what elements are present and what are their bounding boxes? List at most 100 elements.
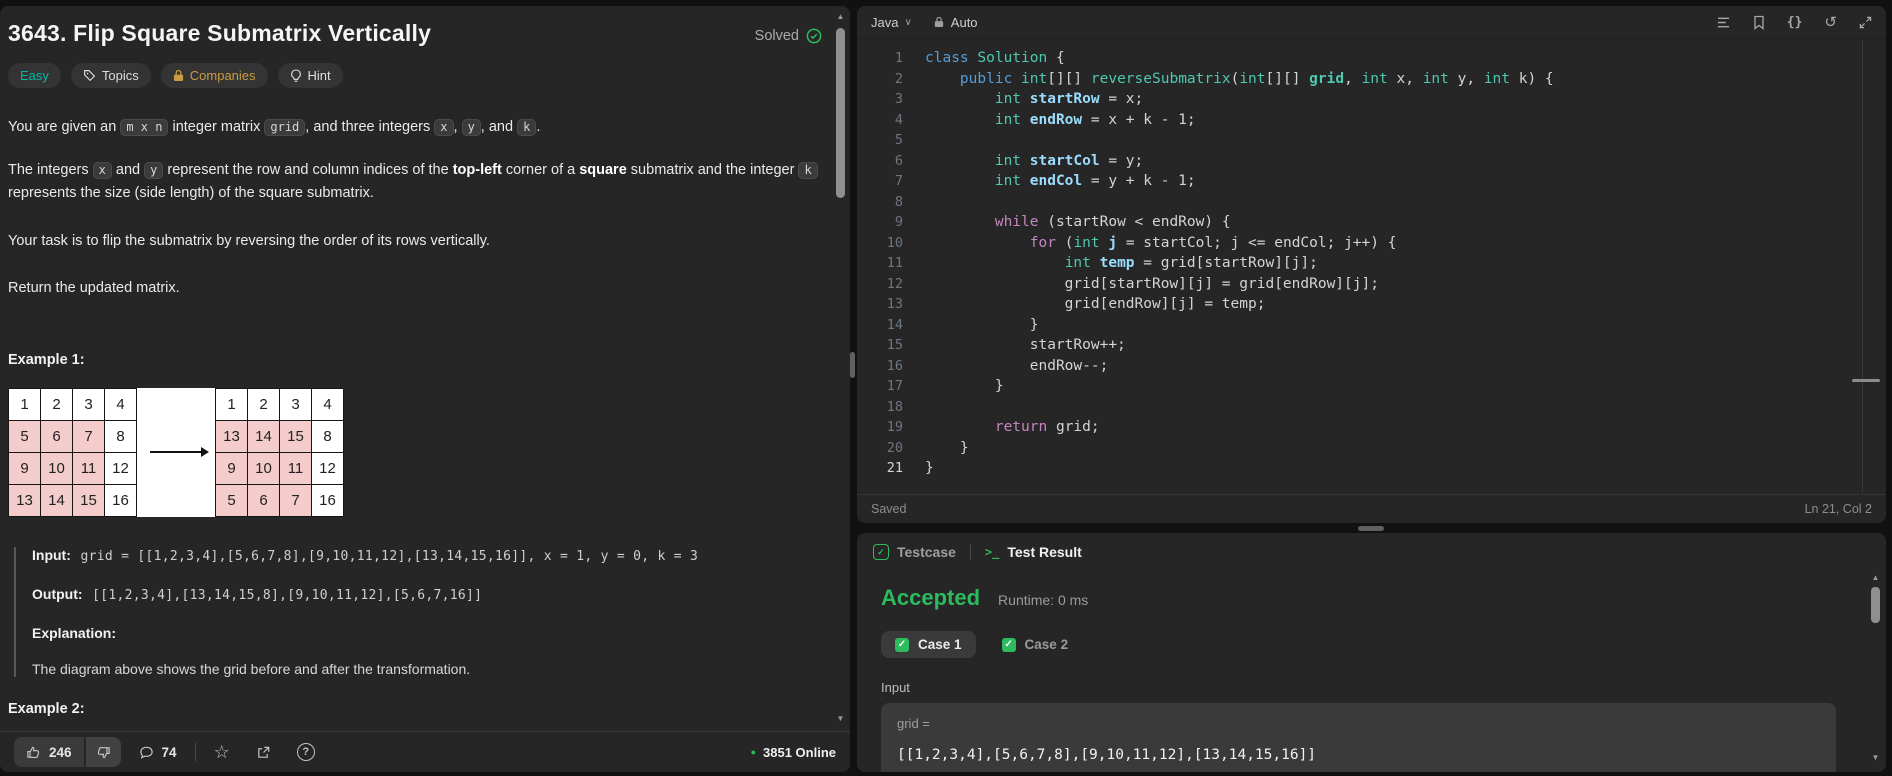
line-number: 7 [894,173,903,189]
thumbs-up-icon [26,745,41,760]
description-paragraph: The integers x and y represent the row a… [8,159,820,205]
solved-label: Solved [754,28,799,44]
tab-testcase[interactable]: ✓ Testcase [873,544,956,560]
input-label: Input: [32,546,71,563]
shortcuts-icon[interactable]: {} [1787,15,1803,30]
line-number: 19 [886,419,903,435]
testcase-scrollbar-thumb[interactable] [1871,587,1880,623]
matrix-cell: 1 [8,387,41,421]
testcase-input-box[interactable]: grid = [[1,2,3,4],[5,6,7,8],[9,10,11,12]… [881,703,1836,772]
code-line[interactable]: 17 } [857,376,1886,397]
feedback-button[interactable]: ? [296,743,315,761]
code-line[interactable]: 9 while (startRow < endRow) { [857,212,1886,233]
matrix-row: 1234 [215,387,344,421]
format-code-icon[interactable] [1716,16,1731,29]
code-line-text: for (int j = startCol; j <= endCol; j++)… [1029,234,1397,251]
matrix-cell: 12 [104,451,137,485]
code-editor-panel: Java ∨ Auto {} ↺ 1 class Solution {2 publ… [857,6,1886,523]
difficulty-badge[interactable]: Easy [8,63,61,88]
matrix-cell: 13 [8,483,41,517]
code-line-text: while (startRow < endRow) { [994,214,1231,230]
code-line-text: int temp = grid[startRow][j]; [1064,255,1318,271]
line-number: 5 [894,132,903,148]
explanation-label: Explanation: [32,624,117,641]
matrix-cell: 1 [215,387,248,421]
code-line[interactable]: 4 int endRow = x + k - 1; [857,110,1886,131]
code-line[interactable]: 1 class Solution { [857,48,1886,69]
line-number: 21 [886,460,903,476]
case-2-button[interactable]: ✓ Case 2 [988,631,1083,658]
horizontal-resize-handle[interactable] [1358,526,1384,531]
inline-code-chip: x [434,119,454,136]
scroll-down-icon[interactable]: ▼ [1869,753,1882,762]
lock-icon [173,69,184,82]
code-line[interactable]: 7 int endCol = y + k - 1; [857,171,1886,192]
tab-test-result[interactable]: >_ Test Result [985,544,1082,560]
line-number: 8 [894,193,903,210]
topics-label: Topics [101,68,139,83]
code-line[interactable]: 11 int temp = grid[startRow][j]; [857,253,1886,274]
line-number: 10 [886,234,903,251]
hint-badge[interactable]: Hint [277,63,343,88]
matrix-row: 5 6 7 16 [215,483,344,517]
companies-badge[interactable]: Companies [160,63,268,88]
scroll-up-icon[interactable]: ▲ [834,12,847,21]
inline-code-chip: k [798,162,818,180]
line-number: 2 [894,70,903,87]
lock-icon [934,16,944,28]
code-line[interactable]: 20 } [857,438,1886,459]
favorite-button[interactable]: ☆ [214,743,230,761]
code-line[interactable]: 15 startRow++; [857,335,1886,356]
reset-code-icon[interactable]: ↺ [1824,15,1837,30]
comments-button[interactable]: 74 [139,745,177,760]
code-line-text: startRow++; [925,337,1126,353]
code-line[interactable]: 3 int startRow = x; [857,89,1886,110]
matrix-cell: 14 [247,419,280,453]
expand-icon[interactable] [1859,16,1872,29]
bookmark-icon[interactable] [1753,15,1765,30]
code-line-text: int endRow = x + k - 1; [994,111,1196,128]
code-line[interactable]: 13 grid[endRow][j] = temp; [857,294,1886,315]
explanation-text: The diagram above shows the grid before … [32,660,471,677]
code-line[interactable]: 10 for (int j = startCol; j <= endCol; j… [857,233,1886,254]
hint-label: Hint [307,68,331,83]
code-line[interactable]: 19 return grid; [857,417,1886,438]
comment-icon [139,745,154,760]
matrix-cell: 5 [8,419,41,453]
problem-scrollbar-thumb[interactable] [836,28,845,198]
editor-scrollbar-thumb[interactable] [1852,379,1880,382]
code-editor[interactable]: 1 class Solution {2 public int[][] revers… [857,38,1886,495]
description-text: , and three integers [305,119,435,135]
language-select[interactable]: Java ∨ [871,15,912,30]
line-number: 9 [894,214,903,230]
online-status: ● 3851 Online [751,745,836,760]
code-line[interactable]: 18 [857,397,1886,418]
scroll-down-icon[interactable]: ▼ [834,714,847,723]
matrix-row: 13 14 15 8 [215,419,344,453]
code-line[interactable]: 5 [857,130,1886,151]
code-line[interactable]: 21} [857,458,1886,479]
editor-scroll-rule [1862,40,1863,493]
vertical-resize-handle[interactable] [850,352,855,378]
case-1-button[interactable]: ✓ Case 1 [881,631,976,658]
code-line[interactable]: 6 int startCol = y; [857,151,1886,172]
code-line[interactable]: 8 [857,192,1886,213]
description-text: submatrix and the integer [626,162,799,179]
scroll-up-icon[interactable]: ▲ [1869,573,1882,582]
companies-label: Companies [189,68,256,83]
topics-badge[interactable]: Topics [70,63,151,88]
online-count: 3851 Online [763,744,836,760]
solved-status: Solved [755,28,822,44]
matrix-cell: 15 [72,483,105,517]
like-button[interactable]: 246 [14,737,84,767]
description-text: integer matrix [168,119,265,135]
auto-mode-toggle[interactable]: Auto [934,15,978,30]
code-line[interactable]: 2 public int[][] reverseSubmatrix(int[][… [857,69,1886,90]
dislike-button[interactable] [85,737,121,767]
line-number: 20 [886,439,903,456]
code-line[interactable]: 14 } [857,315,1886,336]
code-line[interactable]: 12 grid[startRow][j] = grid[endRow][j]; [857,274,1886,295]
matrix-cell: 3 [72,387,105,421]
code-line[interactable]: 16 endRow--; [857,356,1886,377]
share-button[interactable] [256,745,271,760]
